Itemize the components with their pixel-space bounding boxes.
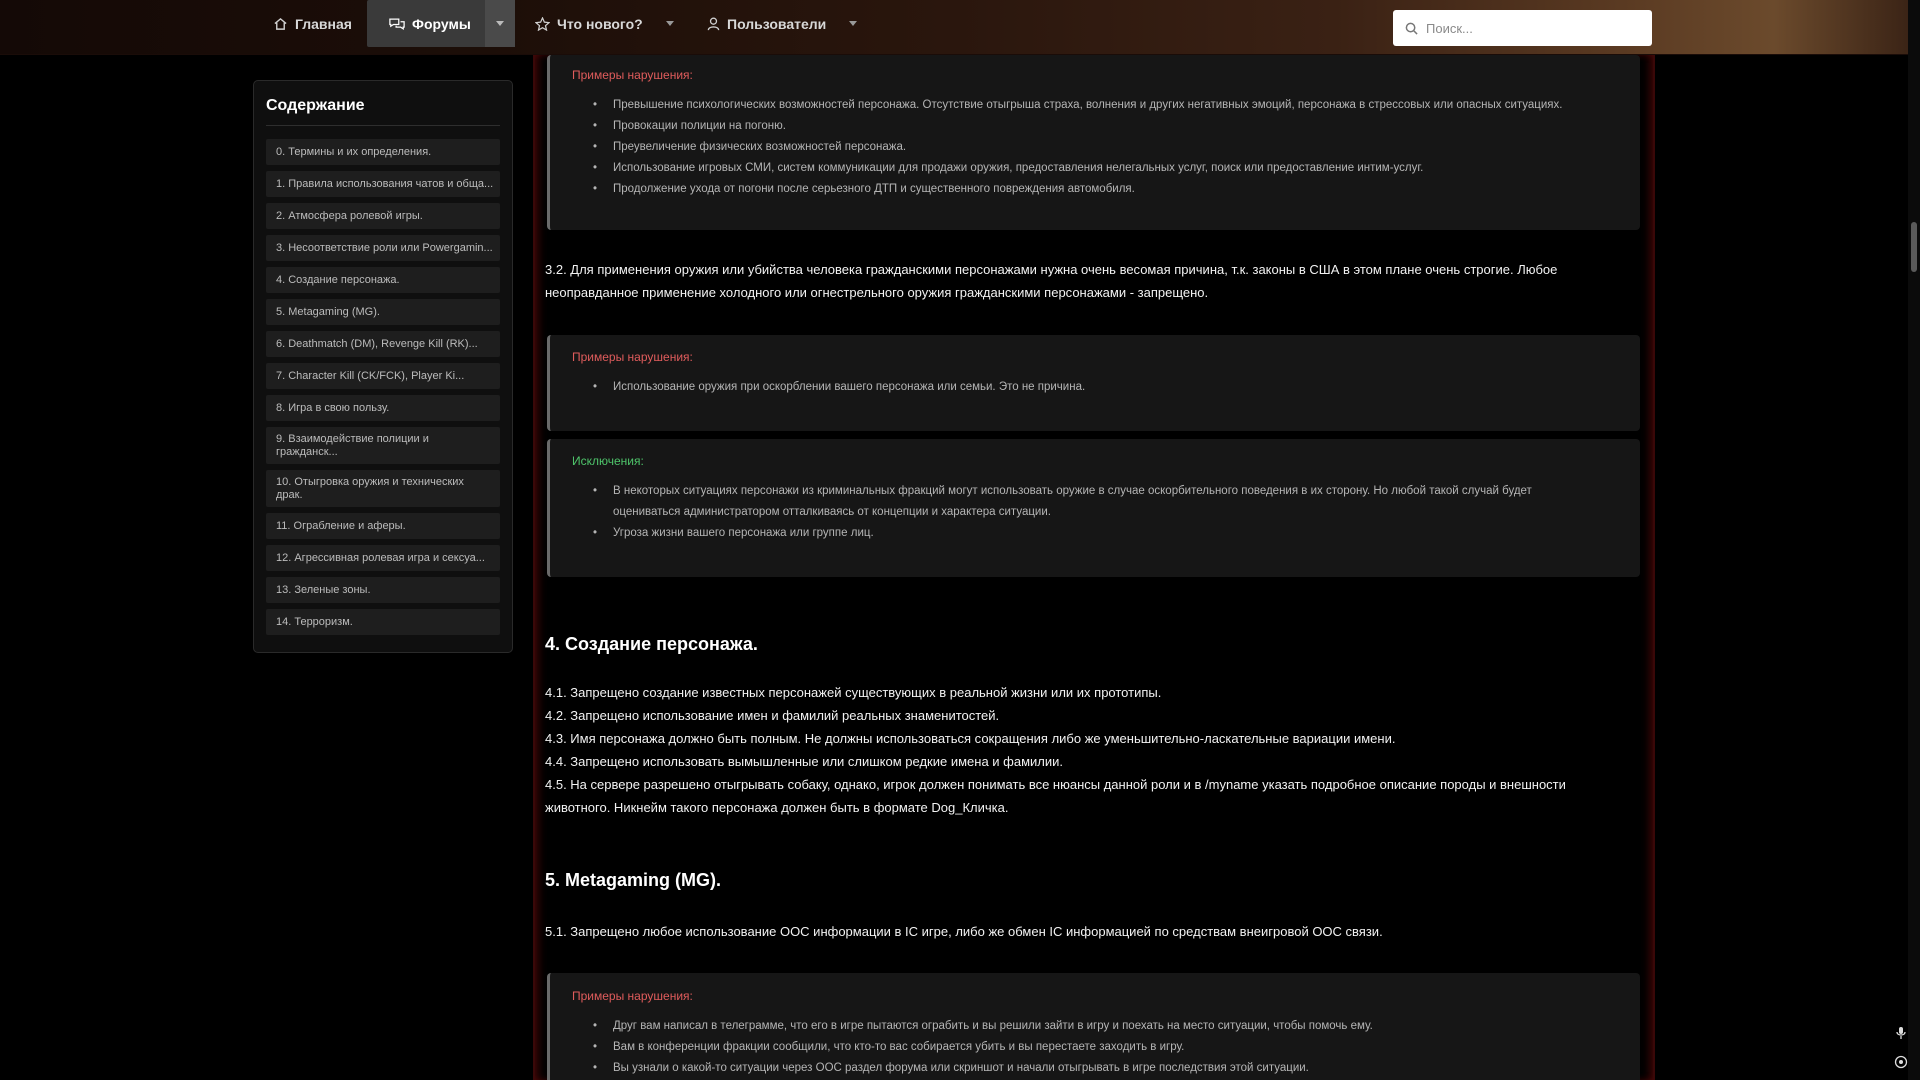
section-4-rules: 4.1. Запрещено создание известных персон… [545, 681, 1566, 819]
rule-4-3: 4.3. Имя персонажа должно быть полным. Н… [545, 731, 1396, 746]
rule-4-4: 4.4. Запрещено использовать вымышленные … [545, 754, 1064, 769]
toc-item[interactable]: 10. Отыгровка оружия и технических драк. [266, 470, 500, 507]
violations-list: Превышение психологических возможностей … [593, 95, 1562, 200]
list-item: Продолжение ухода от погони после серьез… [593, 179, 1562, 200]
violations-title: Примеры нарушения: [572, 68, 693, 82]
toc-item[interactable]: 4. Создание персонажа. [266, 267, 500, 293]
list-item: Друг вам написал в телеграмме, что его в… [593, 1016, 1373, 1037]
nav-whats-new-dropdown[interactable] [655, 0, 685, 47]
rule-3-2-line2: неоправданное применение холодного или о… [545, 285, 1209, 300]
table-of-contents: Содержание 0. Термины и их определения. … [253, 80, 513, 653]
list-item: Вам в конференции фракции сообщили, что … [593, 1037, 1373, 1058]
list-item-line: В некоторых ситуациях персонажи из крими… [613, 485, 1532, 497]
violations-list: Друг вам написал в телеграмме, что его в… [593, 1016, 1373, 1079]
caret-down-icon [496, 21, 504, 26]
list-item: Вы узнали о какой-то ситуации через ООС … [593, 1058, 1373, 1079]
search-box[interactable] [1393, 10, 1652, 46]
violations-box: Примеры нарушения: Использование оружия … [547, 335, 1640, 431]
violations-box: Примеры нарушения: Друг вам написал в те… [547, 973, 1640, 1080]
violations-list: Использование оружия при оскорблении ваш… [593, 377, 1085, 398]
rule-4-5-line1: 4.5. На сервере разрешено отыгрывать соб… [545, 777, 1566, 792]
nav-users[interactable]: Пользователи [707, 0, 826, 47]
user-icon [707, 17, 720, 30]
toc-item[interactable]: 5. Metagaming (MG). [266, 299, 500, 325]
toc-item[interactable]: 1. Правила использования чатов и обща... [266, 171, 500, 197]
list-item: Преувеличение физических возможностей пе… [593, 137, 1562, 158]
top-navbar: Главная Форумы Что нового? Пользователи [0, 0, 1908, 55]
nav-home[interactable]: Главная [273, 0, 352, 47]
list-item-line: оцениваться администратором отталкиваясь… [613, 506, 1051, 518]
toc-item[interactable]: 13. Зеленые зоны. [266, 577, 500, 603]
exceptions-box: Исключения: В некоторых ситуациях персон… [547, 439, 1640, 577]
toc-title: Содержание [266, 97, 500, 126]
page-scrollbar[interactable] [1908, 0, 1920, 1080]
microphone-icon[interactable] [1893, 1025, 1909, 1041]
list-item: В некоторых ситуациях персонажи из крими… [593, 481, 1532, 523]
caret-down-icon [666, 21, 674, 26]
search-icon [1405, 22, 1418, 35]
accessibility-icon[interactable] [1893, 1054, 1909, 1070]
toc-item[interactable]: 0. Термины и их определения. [266, 139, 500, 165]
rule-3-2: 3.2. Для применения оружия или убийства … [545, 258, 1557, 304]
violations-title: Примеры нарушения: [572, 989, 693, 1003]
nav-forums-label: Форумы [412, 15, 471, 32]
nav-whats-new[interactable]: Что нового? [535, 0, 643, 47]
home-icon [274, 17, 287, 30]
toc-item[interactable]: 11. Ограбление и аферы. [266, 513, 500, 539]
toc-item[interactable]: 7. Character Kill (CK/FCK), Player Ki... [266, 363, 500, 389]
rule-5-1: 5.1. Запрещено любое использование ООС и… [545, 924, 1383, 939]
list-item: Провокации полиции на погоню. [593, 116, 1562, 137]
rule-4-1: 4.1. Запрещено создание известных персон… [545, 685, 1162, 700]
nav-forums[interactable]: Форумы [367, 0, 495, 47]
rule-3-2-line1: 3.2. Для применения оружия или убийства … [545, 262, 1558, 277]
violations-box: Примеры нарушения: Превышение психологич… [547, 55, 1640, 230]
list-item: Превышение психологических возможностей … [593, 95, 1562, 116]
nav-users-dropdown[interactable] [838, 0, 868, 47]
caret-down-icon [849, 21, 857, 26]
chat-bubbles-icon [389, 17, 405, 30]
section-heading-5: 5. Metagaming (MG). [545, 870, 722, 890]
list-item: Угроза жизни вашего персонажа или группе… [593, 523, 1532, 544]
nav-users-label: Пользователи [727, 15, 827, 32]
rule-4-5-line2: животного. Никнейм такого персонажа долж… [545, 800, 1009, 815]
rule-4-2: 4.2. Запрещено использование имен и фами… [545, 708, 1000, 723]
toc-item[interactable]: 8. Игра в свою пользу. [266, 395, 500, 421]
toc-item[interactable]: 9. Взаимодействие полиции и гражданск... [266, 427, 500, 464]
star-icon [535, 16, 550, 31]
scroll-thumb[interactable] [1911, 222, 1917, 272]
toc-item[interactable]: 3. Несоответствие роли или Powergamin... [266, 235, 500, 261]
toc-item[interactable]: 12. Агрессивная ролевая игра и сексуа... [266, 545, 500, 571]
nav-whats-new-label: Что нового? [557, 15, 643, 32]
violations-title: Примеры нарушения: [572, 350, 693, 364]
nav-home-label: Главная [295, 15, 352, 32]
toc-item[interactable]: 6. Deathmatch (DM), Revenge Kill (RK)... [266, 331, 500, 357]
nav-forums-dropdown[interactable] [485, 0, 515, 47]
section-heading-4: 4. Создание персонажа. [545, 634, 758, 654]
exceptions-list: В некоторых ситуациях персонажи из крими… [593, 481, 1532, 544]
search-input[interactable] [1426, 20, 1636, 36]
exceptions-title: Исключения: [572, 454, 644, 468]
toc-item[interactable]: 14. Терроризм. [266, 609, 500, 635]
list-item: Использование игровых СМИ, систем коммун… [593, 158, 1562, 179]
list-item: Использование оружия при оскорблении ваш… [593, 377, 1085, 398]
toc-item[interactable]: 2. Атмосфера ролевой игры. [266, 203, 500, 229]
